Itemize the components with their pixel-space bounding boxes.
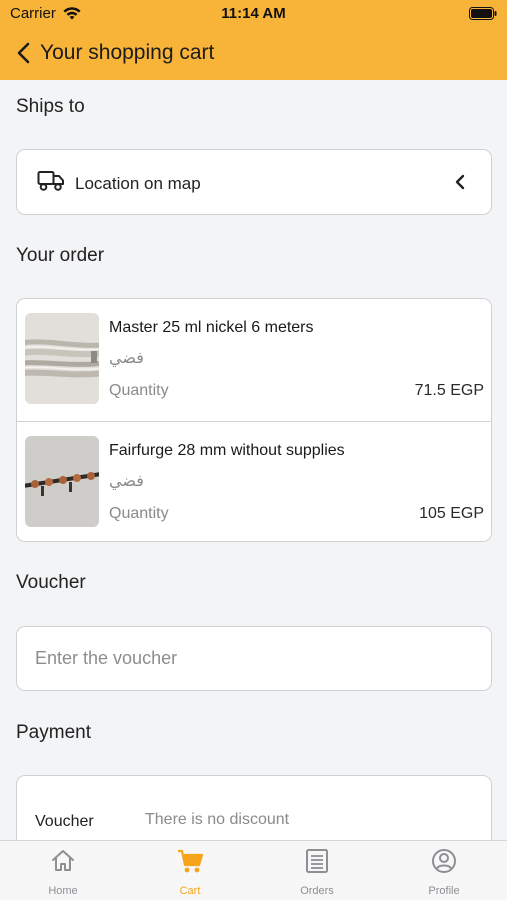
your-order-heading: Your order (16, 245, 105, 266)
item-quantity-label: Quantity (109, 505, 169, 522)
product-image (25, 436, 99, 527)
orders-icon (306, 849, 328, 873)
order-list: Master 25 ml nickel 6 meters فضي Quantit… (16, 298, 492, 542)
tab-home[interactable]: Home (0, 841, 126, 900)
tab-profile[interactable]: Profile (381, 841, 507, 900)
order-item[interactable]: Fairfurge 28 mm without supplies فضي Qua… (17, 421, 491, 541)
item-variant: فضي (109, 471, 144, 490)
voucher-field-container (16, 626, 492, 691)
location-on-map-button[interactable]: Location on map (16, 149, 492, 215)
item-name: Fairfurge 28 mm without supplies (109, 442, 345, 459)
ships-to-heading: Ships to (16, 96, 85, 117)
voucher-heading: Voucher (16, 572, 86, 593)
order-item[interactable]: Master 25 ml nickel 6 meters فضي Quantit… (17, 299, 491, 421)
home-icon (52, 850, 74, 871)
item-name: Master 25 ml nickel 6 meters (109, 319, 314, 336)
tab-orders[interactable]: Orders (254, 841, 380, 900)
tab-label: Orders (300, 885, 334, 897)
tab-label: Cart (179, 885, 201, 897)
page-title: Your shopping cart (40, 41, 215, 64)
tab-bar: Home Cart Orders Profile (0, 840, 507, 900)
status-bar: Carrier 11:14 AM (0, 0, 507, 28)
payment-voucher-label: Voucher (35, 813, 94, 830)
voucher-input[interactable] (17, 627, 491, 690)
tab-label: Profile (428, 885, 460, 897)
payment-heading: Payment (16, 722, 91, 743)
clock: 11:14 AM (221, 5, 286, 22)
tab-cart[interactable]: Cart (127, 841, 253, 900)
profile-icon (432, 849, 456, 873)
product-image (25, 313, 99, 404)
item-price: 71.5 EGP (414, 382, 484, 399)
item-price: 105 EGP (419, 505, 484, 522)
location-label: Location on map (75, 174, 201, 193)
back-button[interactable] (12, 39, 38, 67)
chevron-left-icon (455, 174, 465, 190)
item-quantity-label: Quantity (109, 382, 169, 399)
app-header: Carrier 11:14 AM Your shopping cart (0, 0, 507, 80)
battery-icon (469, 7, 497, 20)
nav-bar: Your shopping cart (0, 30, 507, 76)
cart-icon (178, 849, 204, 873)
tab-label: Home (48, 885, 78, 897)
truck-icon (37, 171, 64, 191)
payment-voucher-value: There is no discount (145, 811, 290, 828)
item-variant: فضي (109, 348, 144, 367)
